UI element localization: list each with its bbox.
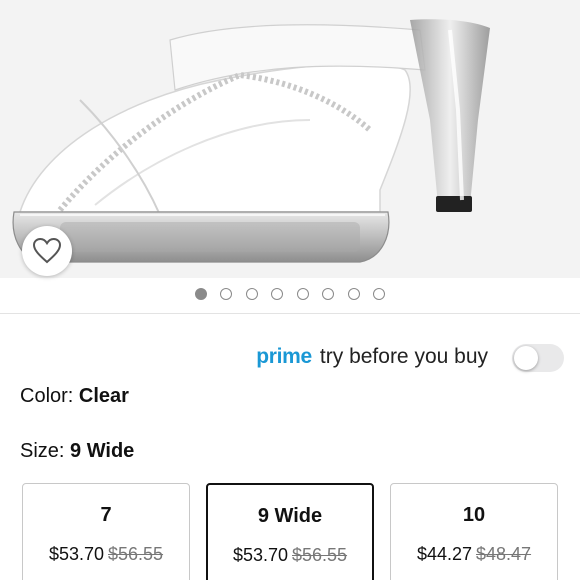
carousel-dot-7[interactable] — [347, 288, 360, 300]
list-price: $56.55 — [292, 545, 348, 565]
sale-price: $44.27 — [416, 544, 472, 564]
carousel-dot-4[interactable] — [271, 288, 284, 300]
prime-tagline: try before you buy — [319, 345, 488, 368]
carousel-dot-1[interactable] — [194, 288, 207, 300]
size-option-7[interactable]: 7 $53.70 $56.55 — [22, 483, 190, 580]
color-value: Clear — [78, 385, 129, 407]
toggle-knob — [514, 346, 538, 370]
sale-price: $53.70 — [232, 545, 288, 565]
size-option-prices: $53.70 $56.55 — [208, 545, 372, 566]
size-label: Size: — [20, 440, 65, 462]
size-option-label: 10 — [462, 504, 486, 526]
size-option-prices: $44.27 $48.47 — [391, 544, 557, 565]
carousel-dot-8[interactable] — [373, 288, 386, 300]
prime-try-before-you-buy: prime try before you buy — [256, 341, 488, 373]
sale-price: $53.70 — [48, 544, 104, 564]
size-option-prices: $53.70 $56.55 — [23, 544, 189, 565]
size-option-label: 7 — [100, 504, 112, 526]
wishlist-button[interactable] — [22, 226, 72, 276]
product-image-carousel[interactable] — [0, 0, 580, 278]
color-selection: Color: Clear — [20, 385, 129, 408]
try-before-you-buy-toggle[interactable] — [512, 344, 564, 372]
prime-logo: prime — [256, 345, 312, 368]
section-divider — [0, 313, 580, 314]
size-options: 7 $53.70 $56.55 9 Wide $53.70 $56.55 10 $4… — [22, 483, 562, 580]
carousel-pagination — [0, 288, 580, 302]
carousel-dot-6[interactable] — [322, 288, 335, 300]
size-option-label: 9 Wide — [257, 505, 323, 527]
size-option-9-wide[interactable]: 9 Wide $53.70 $56.55 — [206, 483, 374, 580]
carousel-dot-5[interactable] — [296, 288, 309, 300]
size-option-10[interactable]: 10 $44.27 $48.47 — [390, 483, 558, 580]
size-value: 9 Wide — [70, 440, 135, 462]
color-label: Color: — [20, 385, 74, 407]
list-price: $56.55 — [108, 544, 164, 564]
size-selection: Size: 9 Wide — [20, 440, 134, 463]
heart-outline-icon — [33, 238, 61, 264]
carousel-dot-3[interactable] — [245, 288, 258, 300]
carousel-dot-2[interactable] — [220, 288, 233, 300]
product-image — [0, 0, 580, 278]
list-price: $48.47 — [476, 544, 532, 564]
